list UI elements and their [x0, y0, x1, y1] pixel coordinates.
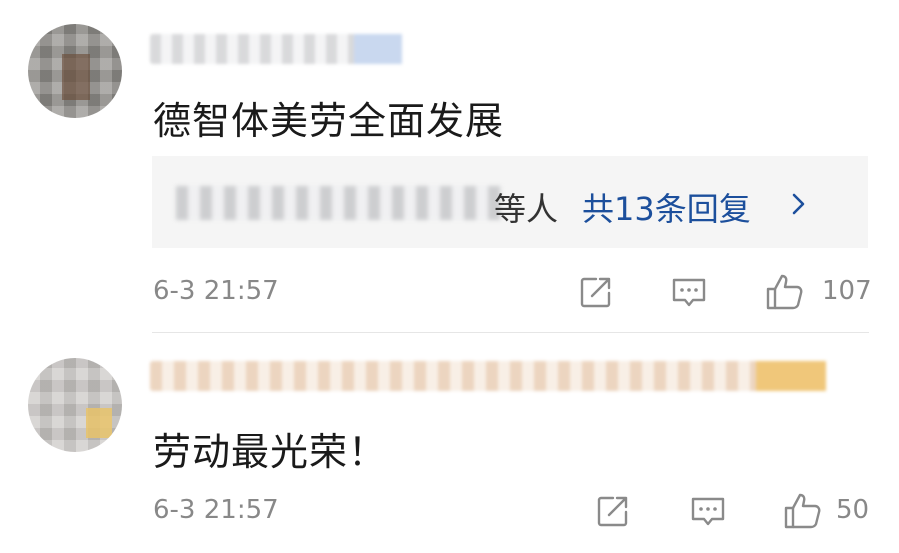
- share-icon[interactable]: [576, 272, 616, 312]
- reply-users-blurred: [176, 186, 502, 220]
- comment-item: 劳动最光荣！ 6-3 21:57 50: [0, 333, 899, 553]
- comment-text: 德智体美劳全面发展: [153, 99, 505, 143]
- thumbs-up-icon[interactable]: [782, 491, 822, 531]
- timestamp: 6-3 21:57: [153, 495, 279, 525]
- reply-count-link[interactable]: 共13条回复: [582, 184, 751, 230]
- avatar[interactable]: [28, 358, 122, 452]
- comment-text: 劳动最光荣！: [153, 430, 388, 474]
- thumbs-up-icon[interactable]: [764, 272, 804, 312]
- comment-meta: 6-3 21:57 50: [0, 491, 899, 531]
- username-blurred[interactable]: [150, 361, 826, 391]
- comment-meta: 6-3 21:57 107: [0, 272, 899, 312]
- reply-suffix: 等人: [494, 190, 559, 228]
- like-count: 107: [822, 276, 872, 306]
- avatar[interactable]: [28, 24, 122, 118]
- chevron-right-icon: [792, 193, 805, 215]
- timestamp: 6-3 21:57: [153, 276, 279, 306]
- share-icon[interactable]: [593, 491, 633, 531]
- comment-icon[interactable]: [688, 491, 728, 531]
- comment-item: 德智体美劳全面发展 等人 共13条回复 6-3 21:57 107: [0, 0, 899, 333]
- like-count: 50: [836, 495, 870, 525]
- reply-preview[interactable]: 等人 共13条回复: [152, 156, 868, 248]
- username-blurred[interactable]: [150, 34, 402, 64]
- comment-icon[interactable]: [669, 272, 709, 312]
